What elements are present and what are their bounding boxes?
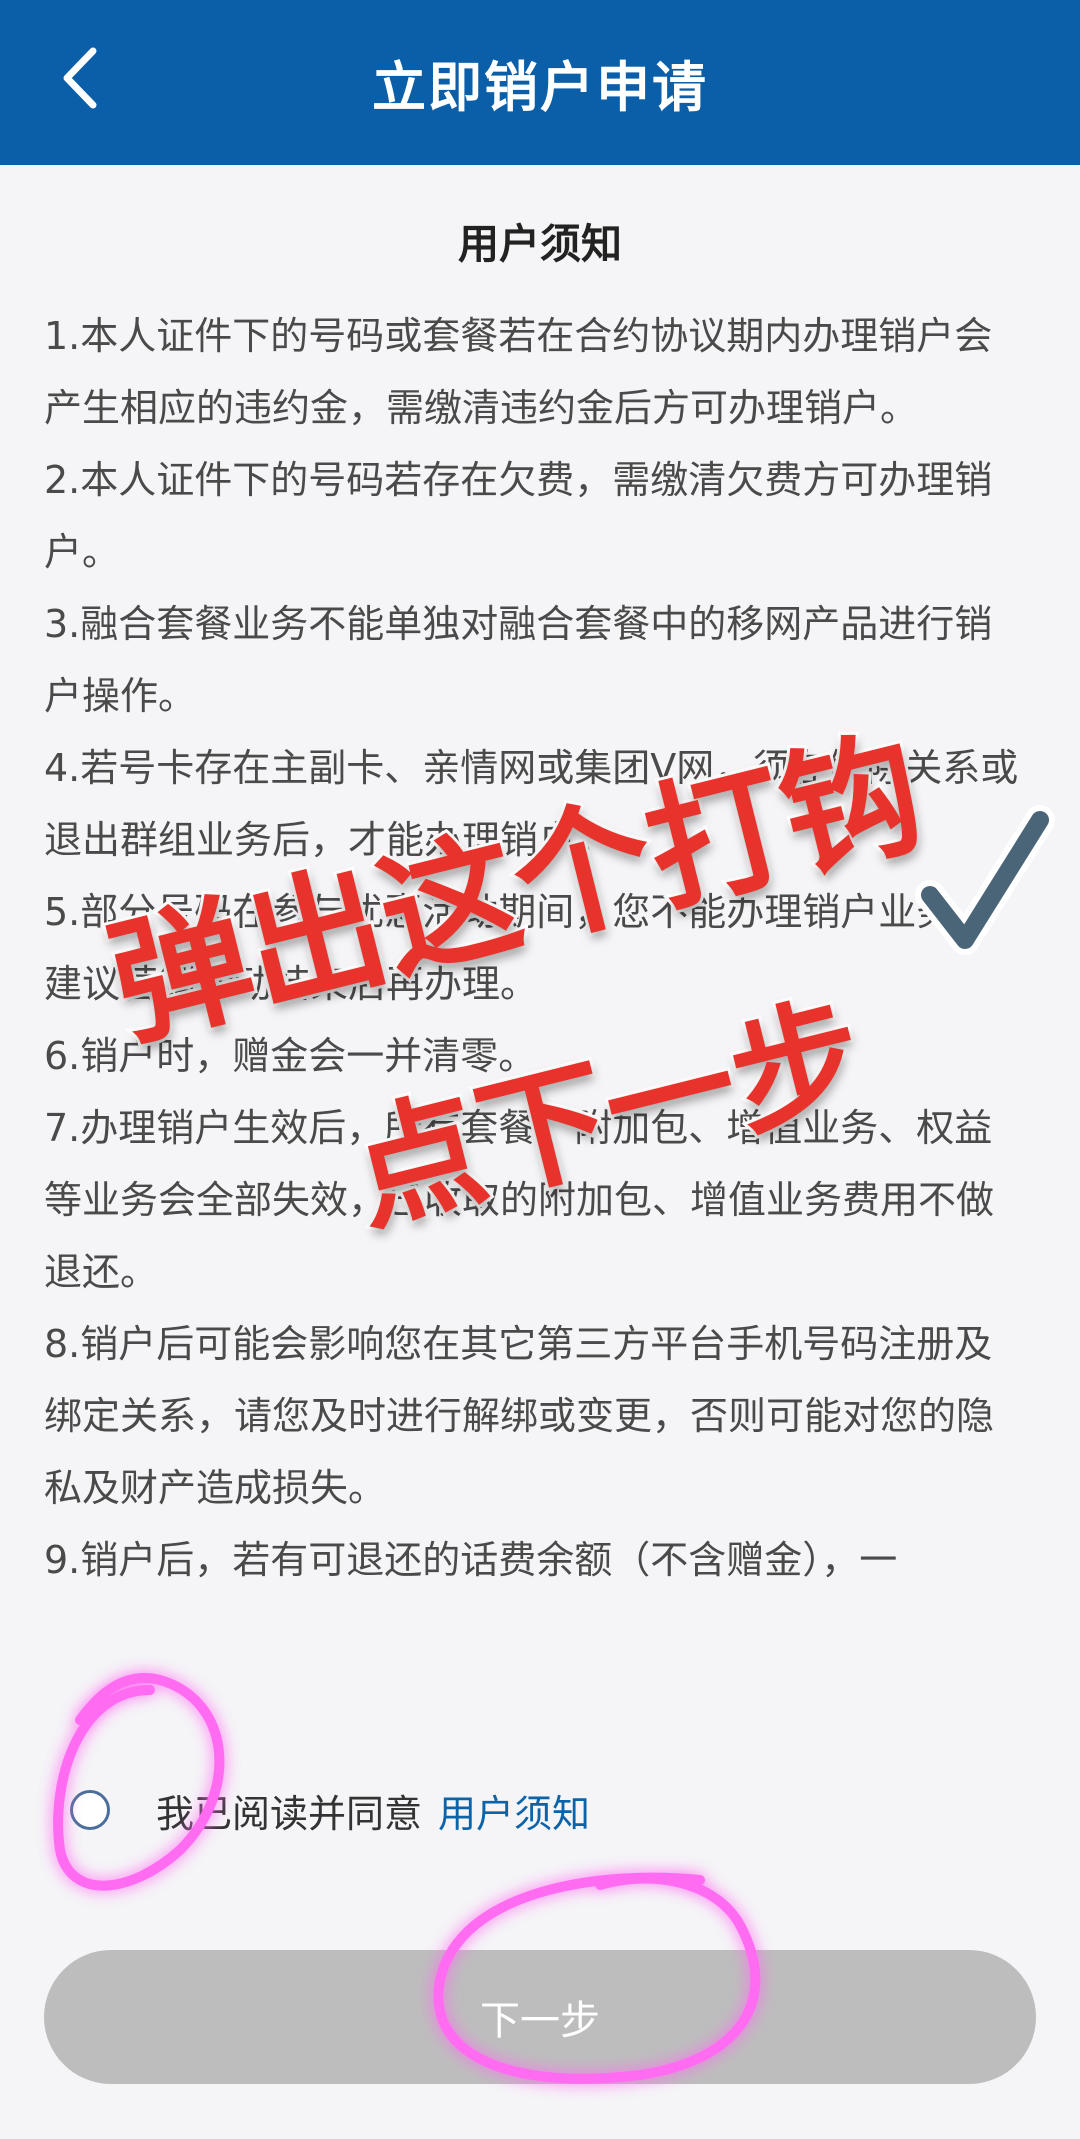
checkmark-icon bbox=[915, 805, 1055, 955]
notice-item: 2.本人证件下的号码若存在欠费，需缴清欠费方可办理销户。 bbox=[44, 458, 993, 574]
notice-title: 用户须知 bbox=[458, 220, 622, 268]
notice-item: 8.销户后可能会影响您在其它第三方平台手机号码注册及绑定关系，请您及时进行解绑或… bbox=[44, 1322, 995, 1510]
header-bar: 立即销户申请 bbox=[0, 0, 1080, 165]
next-step-button[interactable]: 下一步 bbox=[44, 1950, 1036, 2084]
agree-text: 我已阅读并同意 bbox=[156, 1791, 423, 1836]
notice-item: 1.本人证件下的号码或套餐若在合约协议期内办理销户会产生相应的违约金，需缴清违约… bbox=[44, 314, 993, 430]
agreement-row: 我已阅读并同意 用户须知 bbox=[70, 1775, 590, 1845]
user-notice-link[interactable]: 用户须知 bbox=[438, 1783, 590, 1838]
page-title: 立即销户申请 bbox=[372, 56, 708, 119]
agree-radio[interactable] bbox=[70, 1790, 110, 1830]
cancel-account-page: 立即销户申请 用户须知 1.本人证件下的号码或套餐若在合约协议期内办理销户会产生… bbox=[0, 0, 1080, 2139]
notice-item: 9.销户后，若有可退还的话费余额（不含赠金），一 bbox=[44, 1538, 898, 1582]
